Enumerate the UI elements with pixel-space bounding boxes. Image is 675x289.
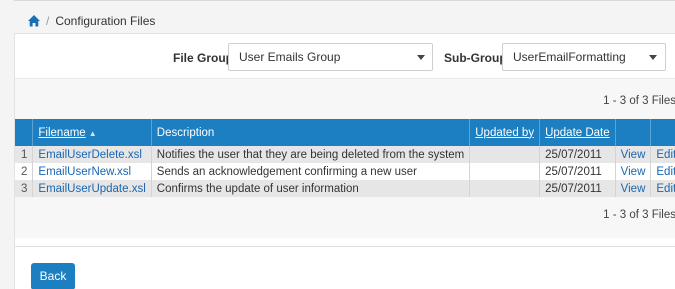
view-cell: View: [615, 146, 652, 163]
header-description: Description: [151, 119, 471, 146]
home-icon[interactable]: [27, 14, 41, 28]
back-button[interactable]: Back: [31, 263, 75, 289]
filename-cell: EmailUserUpdate.xsl: [32, 180, 152, 197]
edit-cell: Edit: [651, 146, 675, 163]
header-update-date[interactable]: Update Date: [539, 119, 616, 146]
file-group-value: User Emails Group: [239, 50, 341, 64]
breadcrumb: / Configuration Files: [27, 13, 155, 29]
updated-by-cell: [469, 163, 541, 180]
table-row: 1 EmailUserDelete.xsl Notifies the user …: [15, 146, 675, 163]
description-cell: Notifies the user that they are being de…: [151, 146, 471, 163]
sub-group-value: UserEmailFormatting: [513, 50, 626, 64]
description-cell: Sends an acknowledgement confirming a ne…: [151, 163, 471, 180]
filename-link[interactable]: EmailUserNew.xsl: [38, 166, 131, 178]
description-cell: Confirms the update of user information: [151, 180, 471, 197]
results-area: 1 - 3 of 3 Files Filename ▲ Description U…: [15, 78, 675, 238]
chevron-down-icon: [649, 55, 657, 60]
edit-link[interactable]: Edit: [656, 149, 675, 161]
view-cell: View: [615, 180, 652, 197]
row-index: 3: [15, 180, 34, 197]
header-filename[interactable]: Filename ▲: [32, 119, 152, 146]
table-row: 2 EmailUserNew.xsl Sends an acknowledgem…: [15, 163, 675, 180]
updated-by-cell: [469, 180, 541, 197]
update-date-cell: 25/07/2011: [539, 163, 616, 180]
header-edit: [651, 119, 675, 146]
header-index: [15, 119, 34, 146]
filename-link[interactable]: EmailUserDelete.xsl: [38, 149, 142, 161]
row-index: 1: [15, 146, 34, 163]
row-index: 2: [15, 163, 34, 180]
table-header-row: Filename ▲ Description Updated by Update …: [15, 119, 675, 146]
edit-link[interactable]: Edit: [656, 166, 675, 178]
sort-ascending-icon: ▲: [88, 128, 97, 138]
sub-group-select[interactable]: UserEmailFormatting: [502, 43, 666, 71]
footer-divider: [15, 246, 675, 247]
update-date-cell: 25/07/2011: [539, 180, 616, 197]
files-table: Filename ▲ Description Updated by Update …: [15, 119, 675, 197]
updated-by-cell: [469, 146, 541, 163]
edit-link[interactable]: Edit: [656, 183, 675, 195]
filename-cell: EmailUserDelete.xsl: [32, 146, 152, 163]
view-link[interactable]: View: [621, 166, 646, 178]
pager-top: 1 - 3 of 3 Files: [603, 95, 675, 107]
top-divider: [14, 0, 675, 1]
view-link[interactable]: View: [621, 183, 646, 195]
breadcrumb-current: Configuration Files: [55, 14, 156, 28]
edit-cell: Edit: [651, 163, 675, 180]
header-view: [615, 119, 652, 146]
breadcrumb-separator: /: [46, 14, 50, 28]
main-panel: File Group: User Emails Group Sub-Group:…: [14, 33, 675, 289]
pager-bottom: 1 - 3 of 3 Files: [603, 209, 675, 221]
table-row: 3 EmailUserUpdate.xsl Confirms the updat…: [15, 180, 675, 197]
filename-link[interactable]: EmailUserUpdate.xsl: [38, 183, 145, 195]
view-cell: View: [615, 163, 652, 180]
file-group-select[interactable]: User Emails Group: [228, 43, 433, 71]
filename-cell: EmailUserNew.xsl: [32, 163, 152, 180]
edit-cell: Edit: [651, 180, 675, 197]
sub-group-label: Sub-Group:: [444, 51, 511, 65]
chevron-down-icon: [417, 55, 425, 60]
filter-bar: File Group: User Emails Group Sub-Group:…: [15, 34, 675, 78]
update-date-cell: 25/07/2011: [539, 146, 616, 163]
view-link[interactable]: View: [621, 149, 646, 161]
header-updated-by[interactable]: Updated by: [469, 119, 541, 146]
